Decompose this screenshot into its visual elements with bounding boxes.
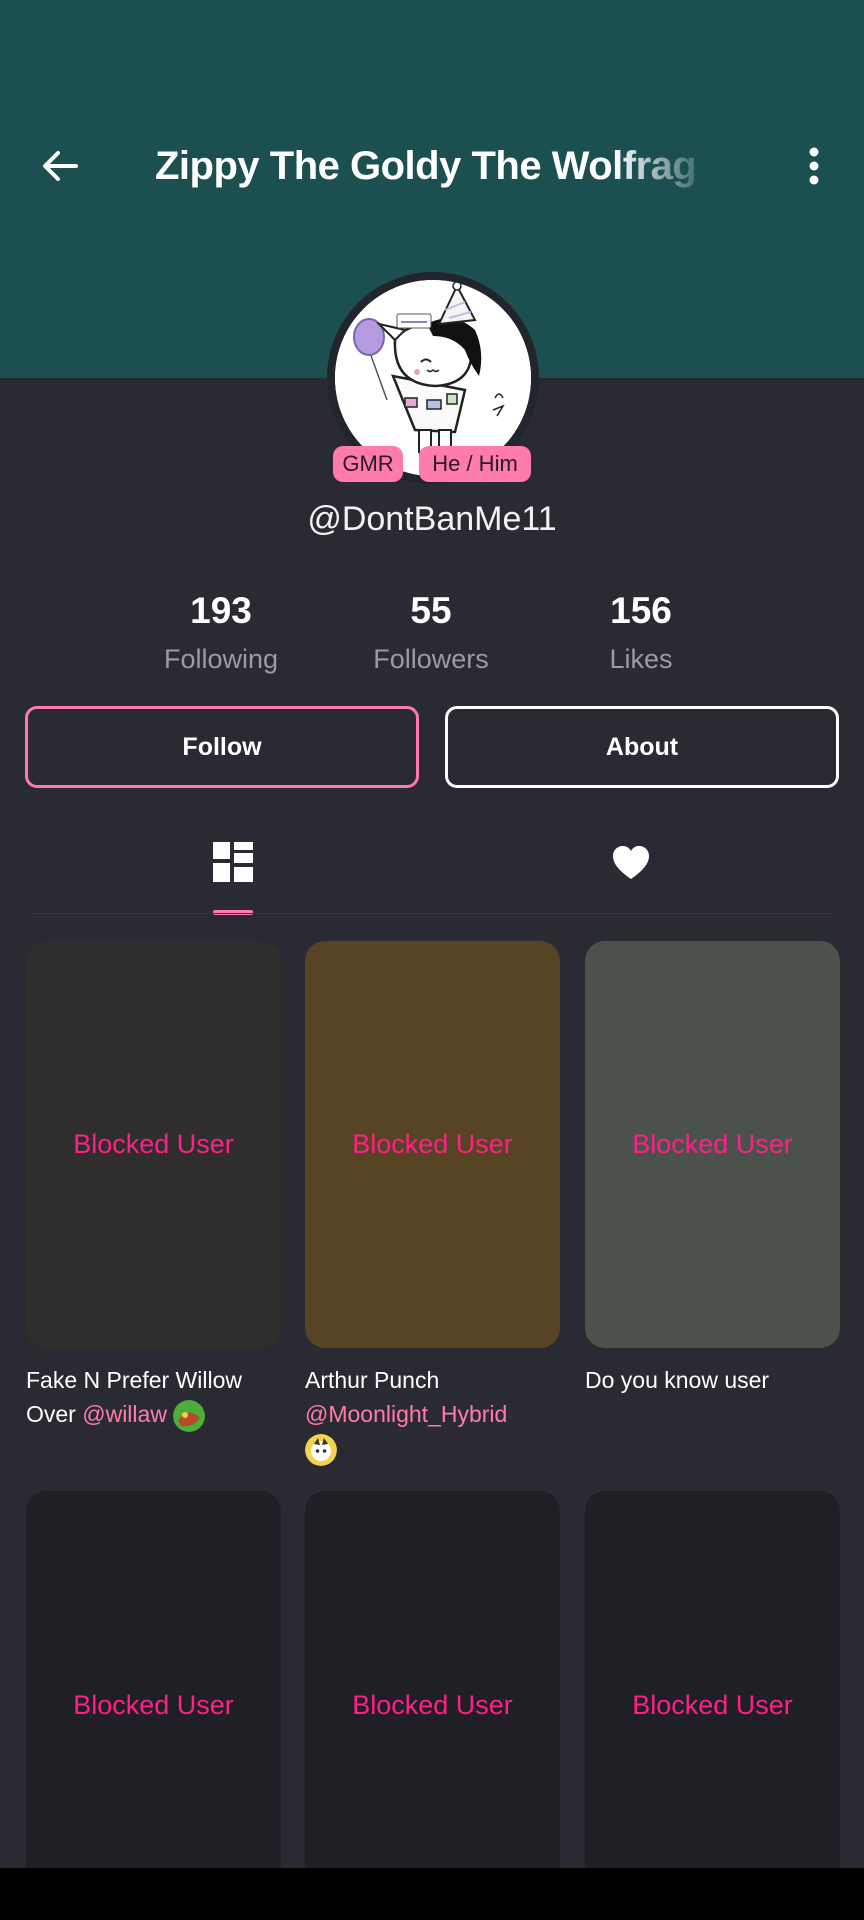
following-stat[interactable]: 193 Following bbox=[121, 586, 321, 682]
following-count: 193 bbox=[190, 590, 252, 631]
caption-text: Arthur Punch bbox=[305, 1367, 440, 1393]
blocked-user-label: Blocked User bbox=[352, 1129, 513, 1159]
gmr-badge: GMR bbox=[333, 446, 403, 482]
more-vertical-icon bbox=[809, 147, 819, 185]
follow-button[interactable]: Follow bbox=[25, 706, 419, 788]
following-label: Following bbox=[163, 644, 279, 674]
post-card-1[interactable]: Blocked User bbox=[26, 941, 281, 1348]
followers-count: 55 bbox=[410, 590, 452, 631]
username: @DontBanMe11 bbox=[307, 500, 557, 538]
likes-label: Likes bbox=[609, 644, 673, 674]
mention-avatar bbox=[305, 1433, 337, 1466]
grid-icon bbox=[213, 842, 253, 882]
tab-liked[interactable] bbox=[612, 845, 650, 881]
likes-stat[interactable]: 156 Likes bbox=[541, 586, 741, 682]
likes-count: 156 bbox=[610, 590, 672, 631]
about-button-label: About bbox=[605, 732, 679, 761]
page-title: Zippy The Goldy The Wolfrag bbox=[155, 144, 697, 188]
blocked-user-label: Blocked User bbox=[352, 1690, 513, 1720]
about-button[interactable]: About bbox=[445, 706, 839, 788]
heart-icon bbox=[613, 846, 649, 879]
system-navigation-bar bbox=[0, 1868, 864, 1920]
blocked-user-label: Blocked User bbox=[73, 1129, 234, 1159]
post-caption-3: Do you know user bbox=[585, 1363, 841, 1397]
tabs-divider bbox=[28, 913, 836, 914]
post-card-4[interactable]: Blocked User bbox=[26, 1491, 281, 1920]
pronouns-badge: He / Him bbox=[419, 446, 531, 482]
post-caption-1: Fake N Prefer Willow Over @willaw bbox=[26, 1363, 282, 1432]
blocked-user-label: Blocked User bbox=[73, 1690, 234, 1720]
post-card-2[interactable]: Blocked User bbox=[305, 941, 560, 1348]
post-card-3[interactable]: Blocked User bbox=[585, 941, 840, 1348]
back-button[interactable] bbox=[36, 142, 84, 190]
follow-button-label: Follow bbox=[182, 732, 262, 761]
mention-link[interactable]: @willaw bbox=[82, 1401, 167, 1427]
followers-label: Followers bbox=[373, 644, 489, 674]
post-caption-2: Arthur Punch @Moonlight_Hybrid bbox=[305, 1363, 561, 1466]
followers-stat[interactable]: 55 Followers bbox=[331, 586, 531, 682]
post-card-6[interactable]: Blocked User bbox=[585, 1491, 840, 1920]
tab-videos[interactable] bbox=[213, 842, 253, 882]
more-options-button[interactable] bbox=[800, 142, 828, 190]
caption-text: Do you know user bbox=[585, 1367, 770, 1393]
mention-avatar bbox=[173, 1399, 206, 1432]
post-card-5[interactable]: Blocked User bbox=[305, 1491, 560, 1920]
mention-link[interactable]: @Moonlight_Hybrid bbox=[305, 1401, 507, 1427]
arrow-left-icon bbox=[43, 151, 78, 181]
blocked-user-label: Blocked User bbox=[632, 1129, 793, 1159]
blocked-user-label: Blocked User bbox=[632, 1690, 793, 1720]
